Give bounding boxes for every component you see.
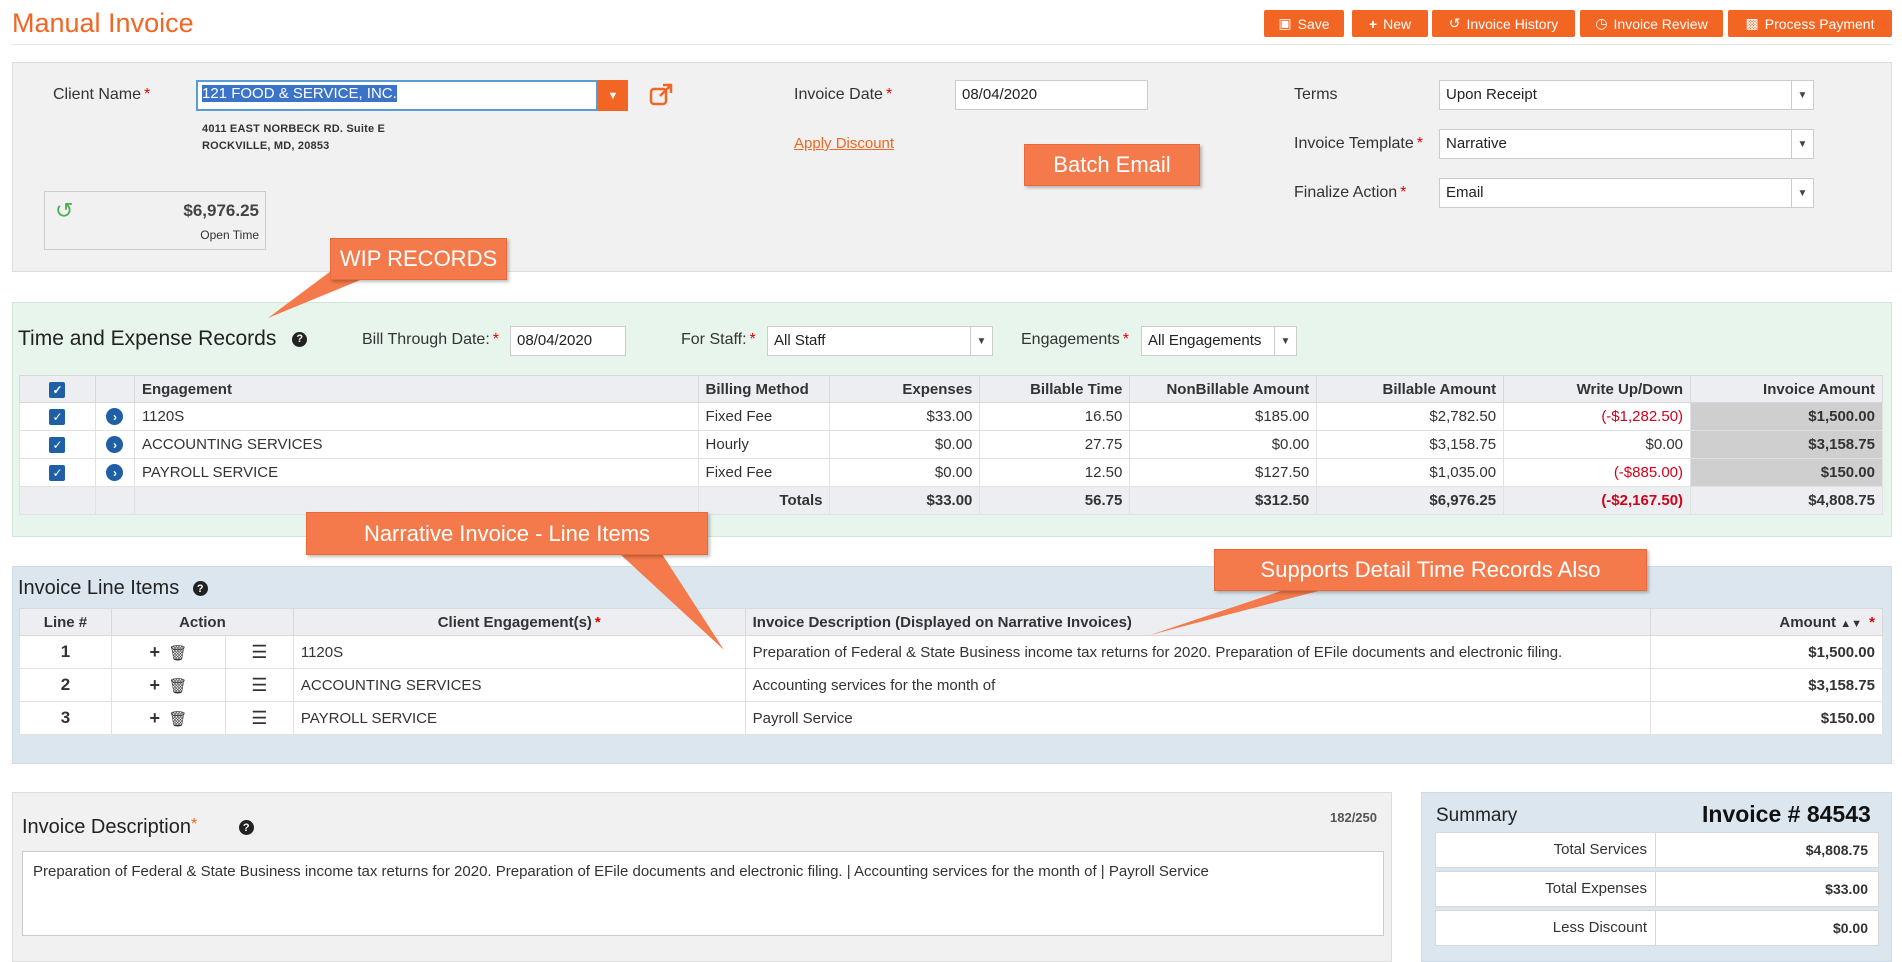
narrative-pointer: [620, 554, 724, 650]
callout-supports-detail: Supports Detail Time Records Also: [1214, 549, 1647, 591]
callout-wip-records: WIP RECORDS: [330, 238, 507, 280]
callout-pointers: [268, 168, 1330, 650]
callout-narrative-line-items: Narrative Invoice - Line Items: [306, 512, 708, 555]
callout-batch-email: Batch Email: [1024, 144, 1200, 186]
batch-email-pointer: [1195, 168, 1300, 210]
supports-pointer: [1150, 588, 1330, 635]
